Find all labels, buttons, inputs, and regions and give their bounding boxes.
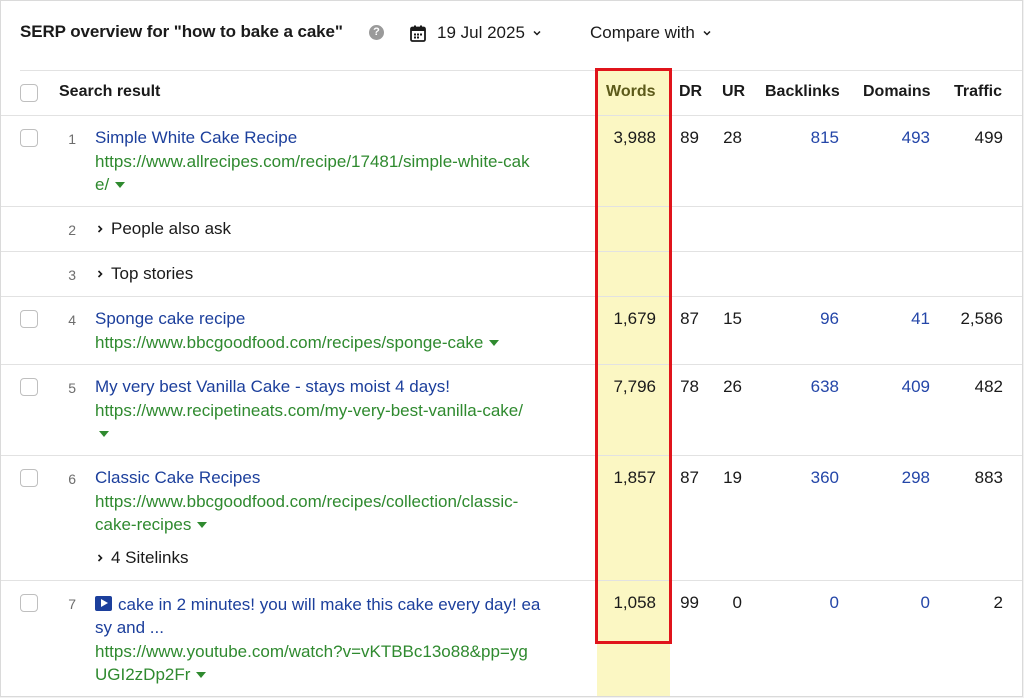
ur-value: 19 <box>723 468 742 487</box>
result-title-link[interactable]: cake in 2 minutes! you will make this ca… <box>95 593 590 639</box>
chevron-down-icon <box>533 30 541 36</box>
ur-value: 26 <box>723 377 742 396</box>
compare-with-dropdown[interactable]: Compare with <box>590 19 712 47</box>
column-header-domains[interactable]: Domains <box>863 83 931 101</box>
row-checkbox[interactable] <box>20 594 38 612</box>
column-header-search-result[interactable]: Search result <box>59 83 160 101</box>
chevron-right-icon <box>97 225 103 233</box>
result-title-link[interactable]: My very best Vanilla Cake - stays moist … <box>95 377 450 397</box>
expander-label: People also ask <box>111 219 232 238</box>
row-rank: 2 <box>68 222 76 238</box>
result-url-line: cake-recipes <box>95 515 192 534</box>
result-url-line: https://www.allrecipes.com/recipe/17481/… <box>95 152 530 171</box>
row-rank: 5 <box>68 380 76 396</box>
video-icon <box>95 596 112 611</box>
column-header-dr[interactable]: DR <box>679 83 702 101</box>
result-url[interactable]: https://www.allrecipes.com/recipe/17481/… <box>95 150 530 196</box>
row-checkbox[interactable] <box>20 469 38 487</box>
domains-value[interactable]: 409 <box>902 377 930 397</box>
traffic-value: 2 <box>993 593 1003 612</box>
row-checkbox[interactable] <box>20 378 38 396</box>
result-url[interactable]: https://www.recipetineats.com/my-very-be… <box>95 399 523 445</box>
result-url-line: https://www.youtube.com/watch?v=vKTBBc13… <box>95 642 528 661</box>
sitelinks-expander[interactable]: 4 Sitelinks <box>95 548 188 568</box>
words-column-highlight-frame <box>595 68 672 644</box>
traffic-value: 482 <box>974 377 1003 396</box>
backlinks-value[interactable]: 815 <box>811 128 839 148</box>
domains-value[interactable]: 298 <box>902 468 930 488</box>
page-title: SERP overview for "how to bake a cake" <box>20 22 343 41</box>
top-stories-expander[interactable]: Top stories <box>95 264 193 284</box>
expander-label: 4 Sitelinks <box>111 548 189 567</box>
result-url-line: https://www.bbcgoodfood.com/recipes/coll… <box>95 492 519 511</box>
row-divider <box>1 580 1022 581</box>
row-divider <box>1 296 1022 297</box>
chevron-right-icon <box>97 554 103 562</box>
row-rank: 3 <box>68 267 76 283</box>
serp-overview-panel: SERP overview for "how to bake a cake" ?… <box>0 0 1023 697</box>
expander-label: Top stories <box>111 264 194 283</box>
people-also-ask-expander[interactable]: People also ask <box>95 219 231 239</box>
dr-value: 87 <box>680 309 699 328</box>
backlinks-value[interactable]: 360 <box>811 468 839 488</box>
row-checkbox[interactable] <box>20 129 38 147</box>
backlinks-value[interactable]: 638 <box>811 377 839 397</box>
chevron-down-icon <box>703 30 711 36</box>
row-divider <box>1 251 1022 252</box>
column-header-ur[interactable]: UR <box>722 83 745 101</box>
chevron-right-icon <box>97 270 103 278</box>
result-url-line: e/ <box>95 175 110 194</box>
row-divider <box>1 455 1022 456</box>
traffic-value: 883 <box>974 468 1003 487</box>
result-title-line: cake in 2 minutes! you will make this ca… <box>118 595 541 614</box>
result-url[interactable]: https://www.bbcgoodfood.com/recipes/spon… <box>95 331 500 354</box>
dr-value: 99 <box>680 593 699 612</box>
dr-value: 87 <box>680 468 699 487</box>
result-title-link[interactable]: Simple White Cake Recipe <box>95 128 297 148</box>
traffic-value: 499 <box>974 128 1003 147</box>
domains-value[interactable]: 493 <box>902 128 930 148</box>
select-all-checkbox[interactable] <box>20 84 38 102</box>
url-dropdown-icon[interactable] <box>115 182 126 188</box>
calendar-icon <box>410 25 426 42</box>
dr-value: 78 <box>680 377 699 396</box>
result-url[interactable]: https://www.youtube.com/watch?v=vKTBBc13… <box>95 640 528 686</box>
row-rank: 1 <box>68 131 76 147</box>
column-header-traffic[interactable]: Traffic <box>954 83 1002 101</box>
table-top-divider <box>20 70 1022 71</box>
row-rank: 4 <box>68 312 76 328</box>
result-url-line: https://www.bbcgoodfood.com/recipes/spon… <box>95 333 484 352</box>
url-dropdown-icon[interactable] <box>489 340 500 346</box>
url-dropdown-icon[interactable] <box>196 672 207 678</box>
result-url-line: UGI2zDp2Fr <box>95 665 191 684</box>
date-value: 19 Jul 2025 <box>437 23 525 42</box>
panel-header: SERP overview for "how to bake a cake" ?… <box>1 1 1022 67</box>
result-title-link[interactable]: Classic Cake Recipes <box>95 468 260 488</box>
row-divider <box>1 364 1022 365</box>
row-rank: 6 <box>68 471 76 487</box>
dr-value: 89 <box>680 128 699 147</box>
table-header-divider <box>1 115 1022 116</box>
domains-value[interactable]: 0 <box>921 593 930 613</box>
row-rank: 7 <box>68 596 76 612</box>
ur-value: 28 <box>723 128 742 147</box>
result-url[interactable]: https://www.bbcgoodfood.com/recipes/coll… <box>95 490 518 536</box>
row-divider <box>1 206 1022 207</box>
traffic-value: 2,586 <box>960 309 1003 328</box>
ur-value: 0 <box>732 593 742 612</box>
result-title-link[interactable]: Sponge cake recipe <box>95 309 245 329</box>
compare-with-label: Compare with <box>590 23 695 42</box>
row-checkbox[interactable] <box>20 310 38 328</box>
date-picker[interactable]: 19 Jul 2025 <box>410 19 542 47</box>
help-icon[interactable]: ? <box>369 25 384 40</box>
url-dropdown-icon[interactable] <box>99 431 109 437</box>
backlinks-value[interactable]: 96 <box>820 309 839 329</box>
url-dropdown-icon[interactable] <box>197 522 208 528</box>
column-header-backlinks[interactable]: Backlinks <box>765 83 840 101</box>
domains-value[interactable]: 41 <box>911 309 930 329</box>
result-url-line: https://www.recipetineats.com/my-very-be… <box>95 401 523 420</box>
backlinks-value[interactable]: 0 <box>830 593 839 613</box>
ur-value: 15 <box>723 309 742 328</box>
result-title-line: sy and ... <box>95 618 164 637</box>
